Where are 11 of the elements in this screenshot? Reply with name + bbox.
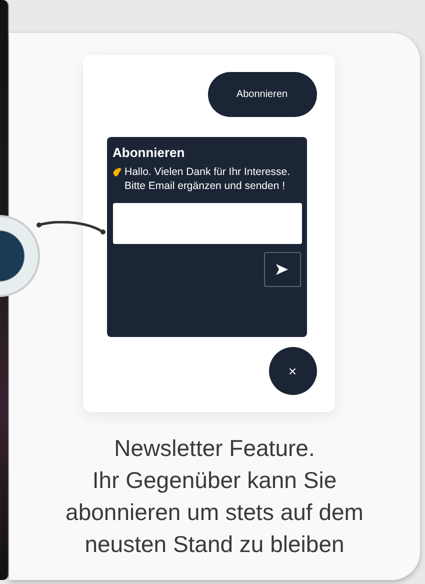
popup-message: Hallo. Vielen Dank für Ihr Interesse. Bitte Email ergänzen und senden !: [124, 165, 292, 193]
caption-text: Newsletter Feature.: [113, 434, 316, 463]
waving-hand-icon: [112, 167, 122, 177]
email-field[interactable]: [112, 203, 302, 244]
close-button[interactable]: ×: [268, 347, 316, 395]
send-button[interactable]: [264, 252, 300, 287]
send-icon: [276, 264, 288, 275]
caption-text: Ihr Gegenüber kann Sie abonnieren um stets auf dem neusten Stand zu bleiben: [64, 466, 364, 559]
connector-line: [36, 221, 106, 237]
popup-title: Abonnieren: [112, 145, 186, 160]
subscribe-button[interactable]: Abonnieren: [208, 72, 316, 117]
